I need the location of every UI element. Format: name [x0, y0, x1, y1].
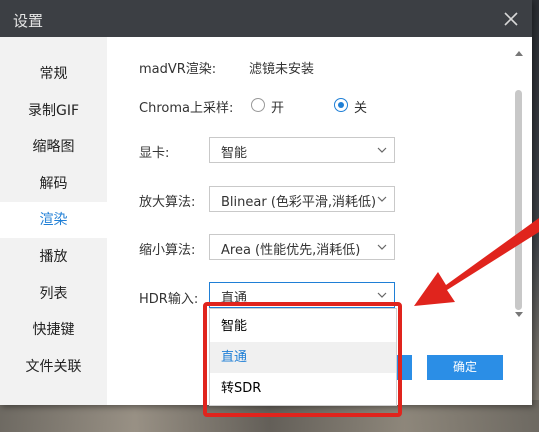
upscale-select[interactable]: Blinear (色彩平滑,消耗低) [209, 186, 395, 212]
sidebar-item-file-assoc[interactable]: 文件关联 [0, 349, 107, 385]
chroma-on-label[interactable]: 开 [271, 97, 284, 116]
chroma-label: Chroma上采样: [139, 101, 234, 116]
chevron-down-icon [377, 292, 387, 298]
sidebar-item-playback[interactable]: 播放 [0, 239, 107, 275]
hdr-select[interactable]: 直通 [209, 282, 395, 308]
sidebar-item-shortcuts[interactable]: 快捷键 [0, 312, 107, 348]
upscale-select-value: Blinear (色彩平滑,消耗低) [221, 195, 377, 210]
gpu-select-value: 智能 [221, 146, 248, 161]
upscale-label: 放大算法: [139, 195, 196, 210]
scroll-down-icon[interactable] [515, 312, 523, 318]
sidebar: 常规 录制GIF 缩略图 解码 渲染 播放 列表 快捷键 文件关联 [0, 37, 107, 405]
chroma-off-radio[interactable] [334, 98, 348, 112]
sidebar-item-render[interactable]: 渲染 [0, 202, 107, 238]
chroma-on-radio[interactable] [251, 98, 265, 112]
sidebar-item-general[interactable]: 常规 [0, 56, 107, 92]
window-title: 设置 [13, 12, 44, 30]
downscale-label: 缩小算法: [139, 243, 196, 258]
hdr-label: HDR输入: [139, 292, 199, 307]
madvr-label: madVR渲染: [139, 62, 217, 77]
sidebar-item-list[interactable]: 列表 [0, 276, 107, 312]
gpu-select[interactable]: 智能 [209, 137, 395, 163]
chevron-down-icon [377, 244, 387, 250]
ok-button[interactable]: 确定 [427, 355, 503, 380]
chevron-down-icon [377, 196, 387, 202]
cancel-button-partial[interactable] [396, 355, 412, 380]
hdr-option-to-sdr[interactable]: 转SDR [210, 373, 396, 404]
hdr-option-passthrough[interactable]: 直通 [210, 342, 396, 373]
chroma-off-label[interactable]: 关 [354, 97, 367, 116]
chevron-down-icon [377, 147, 387, 153]
sidebar-item-record-gif[interactable]: 录制GIF [0, 93, 107, 129]
sidebar-item-decode[interactable]: 解码 [0, 166, 107, 202]
gpu-label: 显卡: [139, 146, 170, 161]
hdr-option-smart[interactable]: 智能 [210, 311, 396, 342]
downscale-select[interactable]: Area (性能优先,消耗低) [209, 234, 395, 260]
settings-dialog: 设置 常规 录制GIF 缩略图 解码 渲染 播放 列表 快捷键 文件关联 mad… [0, 0, 532, 406]
close-icon[interactable] [503, 11, 519, 27]
scroll-up-icon[interactable] [515, 50, 523, 56]
sidebar-item-thumbnail[interactable]: 缩略图 [0, 129, 107, 165]
title-bar: 设置 [0, 0, 532, 37]
madvr-status: 滤镜未安装 [249, 62, 315, 77]
hdr-select-value: 直通 [221, 291, 248, 306]
downscale-select-value: Area (性能优先,消耗低) [221, 243, 361, 258]
hdr-dropdown-list: 智能 直通 转SDR [209, 308, 397, 406]
scrollbar-thumb[interactable] [515, 90, 522, 310]
